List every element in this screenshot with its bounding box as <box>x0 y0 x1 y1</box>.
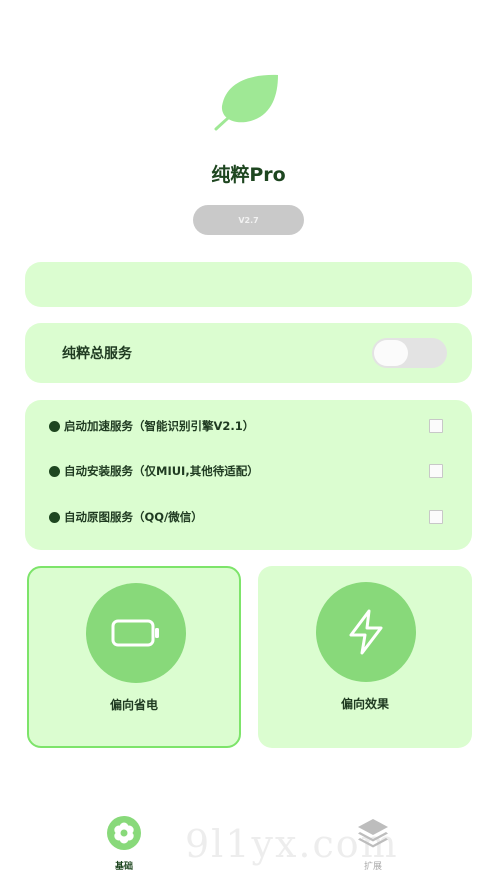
option-row-boost: 启动加速服务（智能识别引擎V2.1） <box>49 416 449 436</box>
power-saving-mode-card[interactable]: 偏向省电 <box>27 566 241 748</box>
battery-icon <box>111 619 159 647</box>
bullet-icon <box>49 420 60 432</box>
nav-item-basic[interactable]: 基础 <box>94 812 154 874</box>
performance-label: 偏向效果 <box>340 697 389 711</box>
main-service-label: 纯粹总服务 <box>62 346 132 362</box>
option-label-install: 自动安装服务（仅MIUI,其他待适配） <box>64 464 259 478</box>
nav-item-extend[interactable]: 扩展 <box>343 812 403 874</box>
performance-circle <box>316 582 416 682</box>
service-options-card: 启动加速服务（智能识别引擎V2.1） 自动安装服务（仅MIUI,其他待适配） 自… <box>25 400 472 550</box>
option-label-boost: 启动加速服务（智能识别引擎V2.1） <box>64 419 255 433</box>
lightning-icon <box>349 609 383 655</box>
version-badge[interactable]: V2.7 <box>193 205 304 235</box>
bullet-icon <box>49 465 60 477</box>
checkbox-install[interactable] <box>429 464 443 478</box>
option-row-install: 自动安装服务（仅MIUI,其他待适配） <box>49 461 449 481</box>
layers-icon <box>358 819 388 848</box>
nav-label-extend: 扩展 <box>363 862 382 872</box>
toggle-knob <box>374 340 408 366</box>
bullet-icon <box>49 511 60 523</box>
option-label-original-image: 自动原图服务（QQ/微信） <box>64 510 203 524</box>
empty-info-card <box>25 262 472 307</box>
main-service-toggle[interactable] <box>372 338 447 368</box>
power-saving-circle <box>86 583 186 683</box>
nav-label-basic: 基础 <box>114 862 133 872</box>
flower-icon <box>107 816 141 850</box>
checkbox-boost[interactable] <box>429 419 443 433</box>
checkbox-original-image[interactable] <box>429 510 443 524</box>
leaf-logo-icon <box>214 74 278 131</box>
main-service-card: 纯粹总服务 <box>25 323 472 383</box>
option-row-original-image: 自动原图服务（QQ/微信） <box>49 507 449 527</box>
performance-mode-card[interactable]: 偏向效果 <box>258 566 472 748</box>
power-saving-label: 偏向省电 <box>109 698 158 712</box>
app-title: 纯粹Pro <box>211 164 286 186</box>
